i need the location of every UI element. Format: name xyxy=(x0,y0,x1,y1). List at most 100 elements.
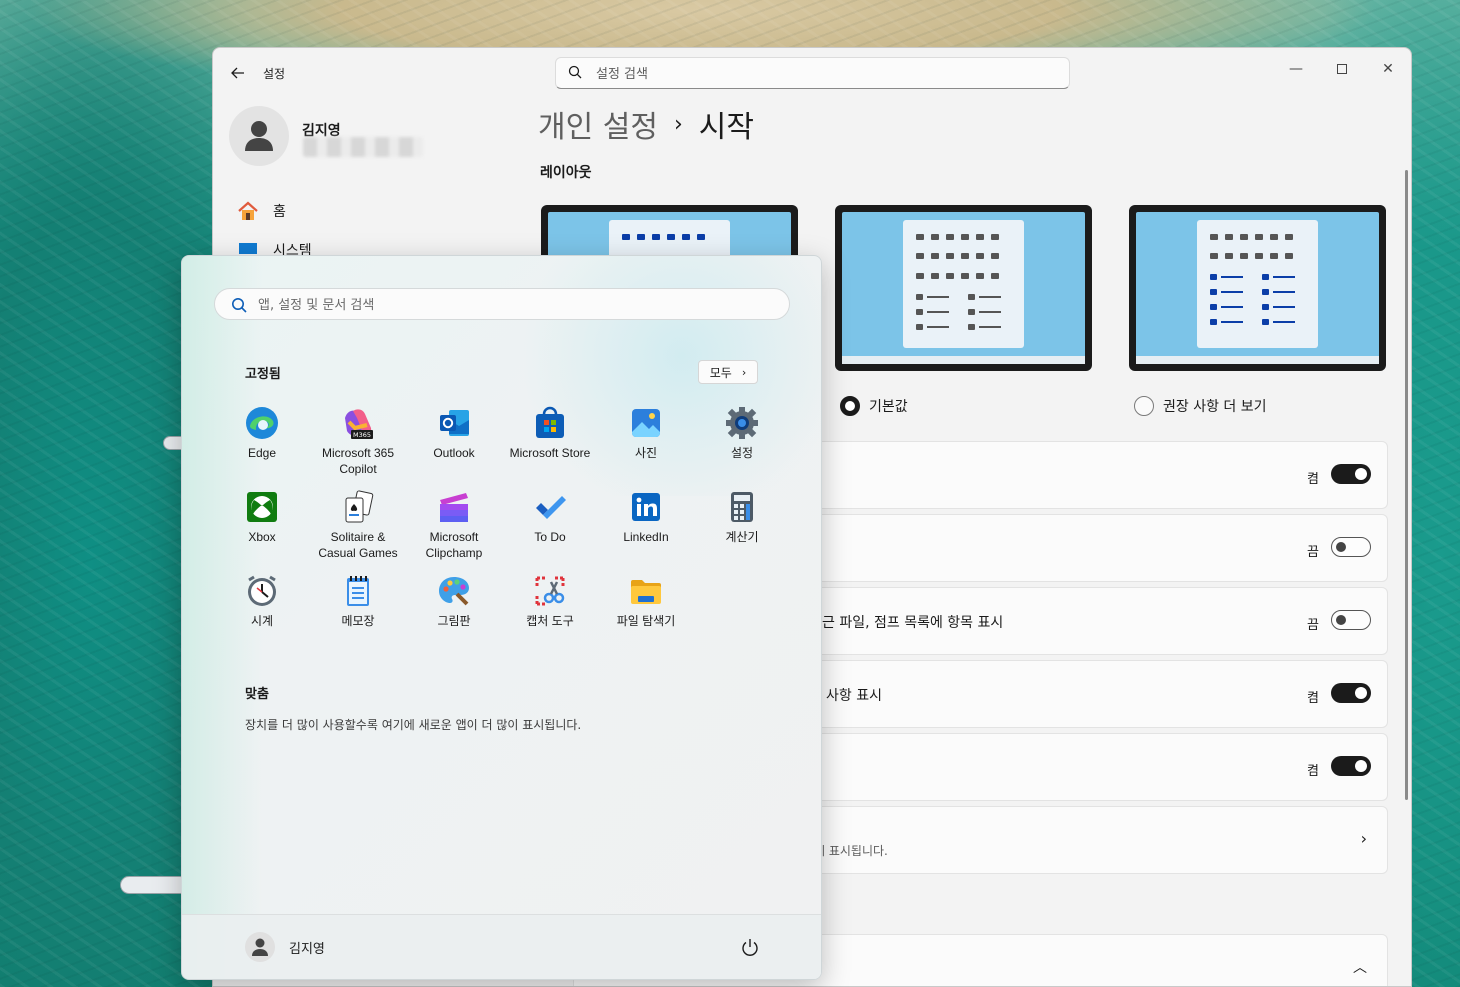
start-search-input[interactable] xyxy=(258,294,758,316)
toggle-state-text: 끔 xyxy=(1307,618,1319,633)
toggle-state-text: 켬 xyxy=(1307,472,1319,487)
search-icon xyxy=(232,298,247,313)
app-tile-xbox[interactable]: Xbox xyxy=(214,490,310,570)
layout-preview-screen xyxy=(1136,212,1379,364)
app-name: Microsoft Clipchamp xyxy=(425,530,483,560)
scrollbar[interactable] xyxy=(1405,170,1408,800)
app-tile-snipping-tool[interactable]: 캡처 도구 xyxy=(502,574,598,654)
app-tile-microsoft-store[interactable]: Microsoft Store xyxy=(502,406,598,486)
user-name: 김지영 xyxy=(289,941,325,957)
setting-description: 에 표시됩니다. xyxy=(814,844,888,858)
person-icon xyxy=(245,121,273,151)
close-button[interactable]: ✕ xyxy=(1365,54,1411,84)
nav-item-label: 홈 xyxy=(273,204,286,220)
power-icon xyxy=(742,939,758,956)
outlook-icon xyxy=(437,406,471,440)
clock-icon xyxy=(245,574,279,608)
maximize-button[interactable] xyxy=(1319,54,1365,84)
profile-email-redacted xyxy=(303,137,423,157)
settings-search-input[interactable] xyxy=(596,63,1056,85)
profile-avatar[interactable] xyxy=(229,106,289,166)
breadcrumb-parent[interactable]: 개인 설정 xyxy=(538,102,658,146)
app-name: Outlook xyxy=(433,446,475,460)
app-tile-notepad[interactable]: 메모장 xyxy=(310,574,406,654)
user-account-button[interactable]: 김지영 xyxy=(245,932,325,962)
chevron-up-icon: ︿ xyxy=(1353,960,1367,976)
app-tile-file-explorer[interactable]: 파일 탐색기 xyxy=(598,574,694,654)
recommended-line xyxy=(1262,289,1295,295)
power-button[interactable] xyxy=(738,935,762,959)
app-name: To Do xyxy=(534,530,566,544)
app-tile-todo[interactable]: To Do xyxy=(502,490,598,570)
app-name: 캡처 도구 xyxy=(526,614,574,628)
toggle-switch[interactable] xyxy=(1331,683,1371,703)
settings-search-box[interactable] xyxy=(555,57,1070,89)
pinned-dots xyxy=(1210,234,1293,240)
app-tile-m365-copilot[interactable]: M365 Microsoft 365 Copilot xyxy=(310,406,406,486)
person-icon xyxy=(252,938,268,956)
radio-circle[interactable] xyxy=(1134,396,1154,416)
pinned-dots xyxy=(622,234,705,240)
taskbar-preview xyxy=(842,356,1085,364)
file-explorer-icon xyxy=(629,574,663,608)
layout-radio-more-recommendations[interactable]: 권장 사항 더 보기 xyxy=(1134,396,1267,416)
recommended-line xyxy=(968,294,1001,300)
start-preview-panel xyxy=(1197,220,1318,348)
all-apps-button[interactable]: 모두 › xyxy=(698,360,758,384)
notepad-icon xyxy=(341,574,375,608)
minimize-button[interactable]: — xyxy=(1273,54,1319,84)
app-name: 시계 xyxy=(250,614,274,628)
app-tile-outlook[interactable]: Outlook xyxy=(406,406,502,486)
recommended-line xyxy=(1210,319,1243,325)
maximize-icon xyxy=(1337,64,1347,74)
recommended-section-title: 맞춤 xyxy=(245,687,269,702)
recommended-empty-text: 장치를 더 많이 사용할수록 여기에 새로운 앱이 더 많이 표시됩니다. xyxy=(245,718,582,732)
app-tile-clock[interactable]: 시계 xyxy=(214,574,310,654)
layout-preview-default[interactable] xyxy=(835,205,1092,371)
app-name: Xbox xyxy=(248,530,276,544)
toggle-switch[interactable] xyxy=(1331,464,1371,484)
app-name: 설정 xyxy=(730,446,754,460)
layout-radio-default[interactable]: 기본값 xyxy=(840,396,908,416)
radio-circle-selected[interactable] xyxy=(840,396,860,416)
start-search-box[interactable] xyxy=(214,288,790,320)
app-name: 계산기 xyxy=(725,530,759,544)
all-apps-label: 모두 xyxy=(709,365,732,380)
app-title: 설정 xyxy=(263,67,286,81)
app-tile-settings[interactable]: 설정 xyxy=(694,406,790,486)
settings-gear-icon xyxy=(725,406,759,440)
app-tile-solitaire[interactable]: Solitaire & Casual Games xyxy=(310,490,406,570)
recommended-line xyxy=(1210,274,1243,280)
app-tile-paint[interactable]: 그림판 xyxy=(406,574,502,654)
solitaire-icon xyxy=(341,490,375,524)
pinned-section-title: 고정됨 xyxy=(245,367,281,382)
chevron-right-icon: › xyxy=(1360,829,1367,848)
layout-section-label: 레이아웃 xyxy=(540,165,592,181)
breadcrumb: 개인 설정 › 시작 xyxy=(538,102,754,146)
recommended-line xyxy=(1262,319,1295,325)
page-title: 시작 xyxy=(698,110,754,145)
app-tile-edge[interactable]: Edge xyxy=(214,406,310,486)
recommended-line xyxy=(968,309,1001,315)
paint-icon xyxy=(437,574,471,608)
edge-icon xyxy=(245,406,279,440)
avatar xyxy=(245,932,275,962)
recommended-line xyxy=(1210,289,1243,295)
title-bar: 설정 — ✕ xyxy=(213,48,1411,98)
app-tile-calculator[interactable]: 계산기 xyxy=(694,490,790,570)
radio-label: 권장 사항 더 보기 xyxy=(1163,399,1267,415)
pinned-dots xyxy=(916,253,999,259)
clipchamp-icon xyxy=(437,490,471,524)
setting-label: 근 파일, 점프 목록에 항목 표시 xyxy=(822,615,1004,631)
snipping-tool-icon xyxy=(533,574,567,608)
layout-preview-more-recommendations[interactable] xyxy=(1129,205,1386,371)
back-button[interactable] xyxy=(227,62,249,84)
app-tile-linkedin[interactable]: LinkedIn xyxy=(598,490,694,570)
toggle-switch[interactable] xyxy=(1331,537,1371,557)
toggle-switch[interactable] xyxy=(1331,756,1371,776)
pinned-dots xyxy=(916,234,999,240)
app-tile-clipchamp[interactable]: Microsoft Clipchamp xyxy=(406,490,502,570)
toggle-switch[interactable] xyxy=(1331,610,1371,630)
app-tile-photos[interactable]: 사진 xyxy=(598,406,694,486)
nav-item-home[interactable]: 홈 xyxy=(237,199,286,223)
